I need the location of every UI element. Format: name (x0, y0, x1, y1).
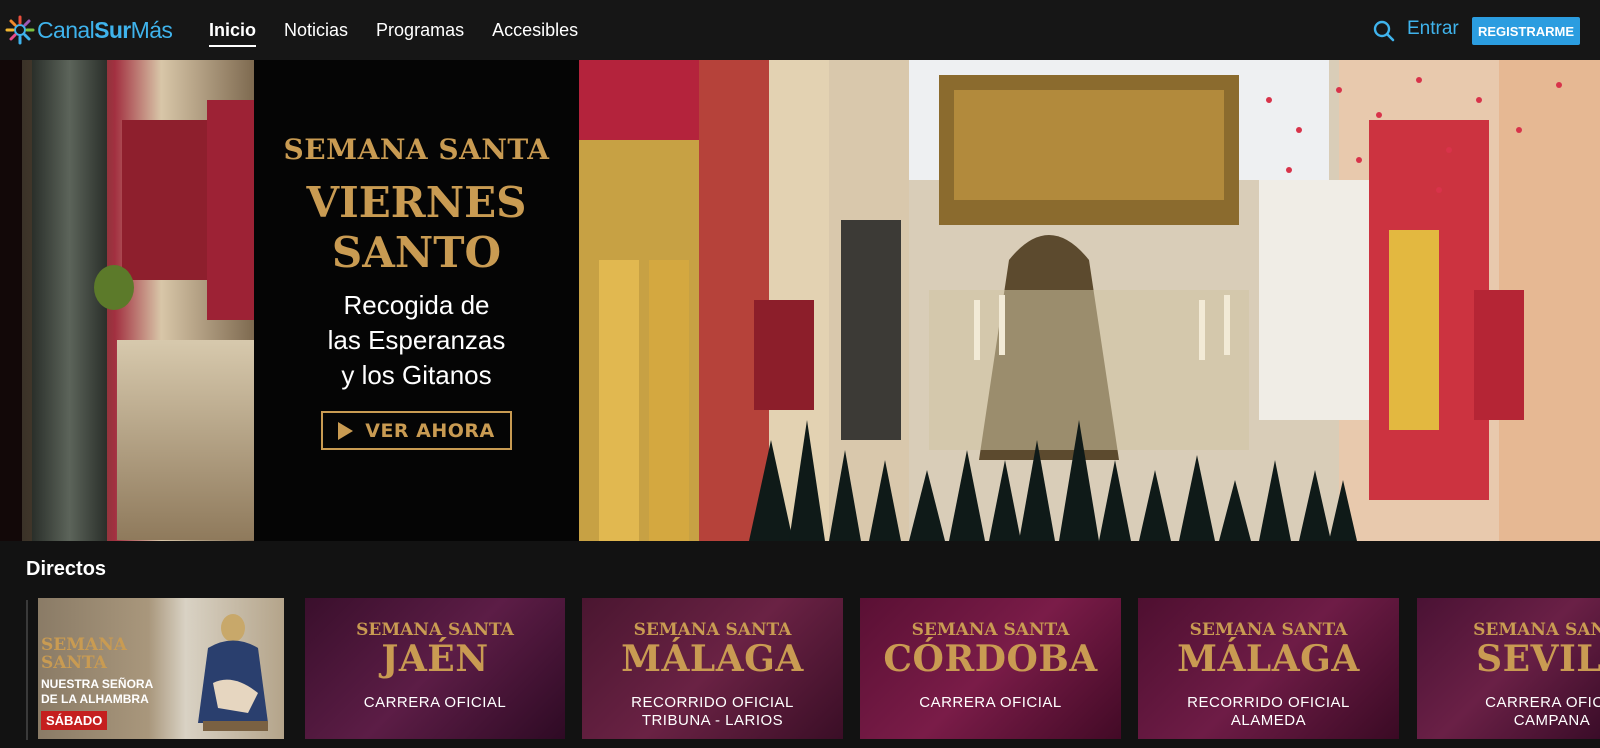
login-link[interactable]: Entrar (1407, 18, 1459, 40)
watch-now-button[interactable]: VER AHORA (321, 411, 512, 450)
card-route: RECORRIDO OFICIAL TRIBUNA - LARIOS (631, 694, 794, 729)
menu-item-noticias[interactable]: Noticias (284, 16, 348, 45)
card-route: RECORRIDO OFICIAL ALAMEDA (1187, 694, 1350, 729)
hero-title: VIERNES SANTO (306, 178, 527, 277)
card-kicker: SEMANA SANTA (356, 620, 514, 640)
menu-item-programas[interactable]: Programas (376, 16, 464, 45)
hero-banner[interactable]: SEMANA SANTA VIERNES SANTO Recogida de l… (0, 60, 1600, 541)
live-card-sevilla[interactable]: SEMANA SANTA SEVILL CARRERA OFICIA CAMPA… (1417, 598, 1600, 739)
card-route: CARRERA OFICIA CAMPANA (1485, 694, 1600, 729)
live-card-cordoba[interactable]: SEMANA SANTA CÓRDOBA CARRERA OFICIAL (860, 598, 1121, 739)
play-icon (338, 421, 354, 440)
canalsur-mas-logo[interactable]: CanalSurMás (5, 10, 173, 50)
hero-balcony-image (22, 60, 254, 541)
hero-kicker: SEMANA SANTA (283, 133, 550, 166)
hero-subtitle: Recogida de las Esperanzas y los Gitanos (327, 290, 506, 390)
hero-procession-image (579, 60, 1600, 541)
live-card-malaga-alameda[interactable]: SEMANA SANTA MÁLAGA RECORRIDO OFICIAL AL… (1138, 598, 1399, 739)
card-route: CARRERA OFICIAL (919, 694, 1062, 711)
card-kicker: SEMANA SANTA (633, 620, 792, 640)
row-scroll-edge (26, 600, 28, 740)
live-card-jaen[interactable]: SEMANA SANTA JAÉN CARRERA OFICIAL (305, 598, 565, 739)
hero-edge-shadow (0, 60, 22, 541)
menu-item-inicio[interactable]: Inicio (209, 16, 257, 47)
card-kicker: SEMANA SANTA (1473, 620, 1600, 640)
canalsur-star-icon (5, 15, 35, 45)
section-title-directos: Directos (26, 558, 107, 580)
card-city: MÁLAGA (621, 638, 804, 680)
main-menu: Inicio Noticias Programas Accesibles (209, 0, 606, 60)
card-kicker: SEMANA SANTA (911, 620, 1070, 640)
search-icon[interactable] (1372, 19, 1396, 43)
card-kicker: SEMANA SANTA (1189, 620, 1348, 640)
logo-wordmark: CanalSurMás (37, 16, 173, 43)
card-route: CARRERA OFICIAL (363, 694, 507, 711)
hero-text-panel: SEMANA SANTA VIERNES SANTO Recogida de l… (254, 60, 579, 541)
card-city: MÁLAGA (1177, 638, 1360, 680)
watch-now-label: VER AHORA (365, 419, 495, 442)
card-city: CÓRDOBA (883, 638, 1098, 680)
card-city: JAÉN (381, 638, 489, 680)
alhambra-statue-image (198, 614, 268, 731)
top-navbar: CanalSurMás Inicio Noticias Programas Ac… (0, 0, 1600, 60)
register-button[interactable]: REGISTRARME (1472, 17, 1580, 45)
card-city: SEVILL (1476, 638, 1600, 680)
day-badge: SÁBADO (41, 711, 108, 730)
live-card-alhambra[interactable]: SEMANA SANTA NUESTRA SEÑORA DE LA ALHAMB… (38, 598, 284, 739)
live-card-malaga-larios[interactable]: SEMANA SANTA MÁLAGA RECORRIDO OFICIAL TR… (582, 598, 843, 739)
card-subtitle: NUESTRA SEÑORA DE LA ALHAMBRA (41, 677, 154, 706)
menu-item-accesibles[interactable]: Accesibles (492, 16, 578, 45)
card-kicker: SEMANA SANTA (41, 635, 127, 673)
